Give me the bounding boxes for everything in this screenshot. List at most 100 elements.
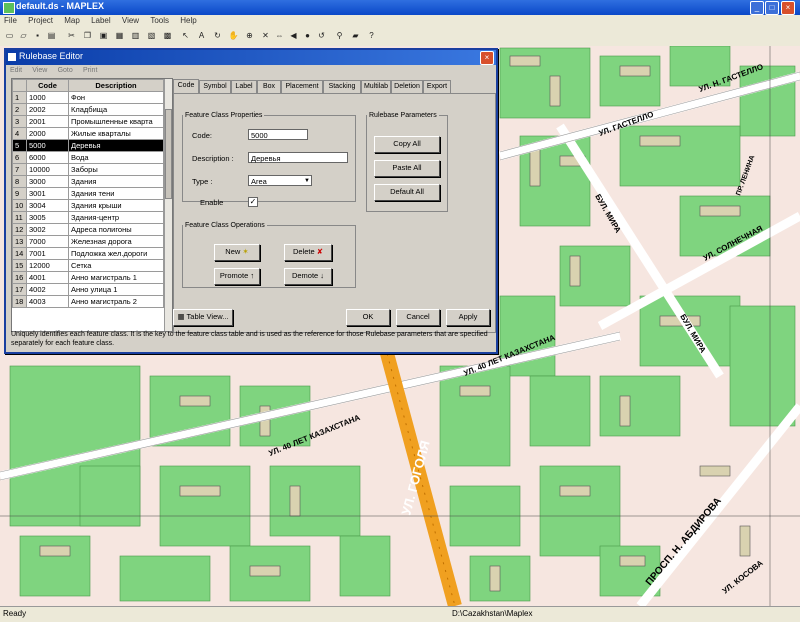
row-description[interactable]: Фон bbox=[68, 91, 164, 104]
zoom-in-icon[interactable]: ⊕ bbox=[244, 30, 255, 41]
row-description[interactable]: Кладбища bbox=[68, 103, 164, 116]
table-row[interactable]: 10 3004 Здания крыши bbox=[12, 199, 164, 212]
pointer-icon[interactable]: ↖ bbox=[180, 30, 191, 41]
feature-class-table[interactable]: Code Description 1 1000 Фон 2 2002 Кладбища 3 2… bbox=[11, 78, 173, 332]
row-code[interactable]: 3002 bbox=[26, 223, 69, 236]
row-index[interactable]: 7 bbox=[12, 163, 27, 176]
open-icon[interactable]: ▱ bbox=[18, 30, 29, 41]
row-code[interactable]: 3000 bbox=[26, 175, 69, 188]
paste-icon[interactable]: ▣ bbox=[98, 30, 109, 41]
refresh-icon[interactable]: ↺ bbox=[316, 30, 327, 41]
row-index[interactable]: 6 bbox=[12, 151, 27, 164]
table-row[interactable]: 5 5000 Деревья bbox=[12, 139, 164, 152]
row-description[interactable]: Здания-центр bbox=[68, 211, 164, 224]
zoom-out-icon[interactable]: ✕ bbox=[260, 30, 271, 41]
help-icon[interactable]: ? bbox=[366, 30, 377, 41]
table-row[interactable]: 14 7001 Подложка жел.дороги bbox=[12, 247, 164, 260]
row-code[interactable]: 12000 bbox=[26, 259, 69, 272]
table-row[interactable]: 6 6000 Вода bbox=[12, 151, 164, 164]
row-description[interactable]: Адреса полигоны bbox=[68, 223, 164, 236]
row-code[interactable]: 3005 bbox=[26, 211, 69, 224]
cut-icon[interactable]: ✂ bbox=[66, 30, 77, 41]
close-button[interactable]: × bbox=[781, 1, 795, 15]
find-icon[interactable]: ⚲ bbox=[334, 30, 345, 41]
row-index[interactable]: 2 bbox=[12, 103, 27, 116]
row-description[interactable]: Вода bbox=[68, 151, 164, 164]
table-row[interactable]: 13 7000 Железная дорога bbox=[12, 235, 164, 248]
demote-button[interactable]: Demote ↓ bbox=[284, 268, 332, 285]
print-icon[interactable]: ▤ bbox=[46, 30, 57, 41]
row-code[interactable]: 1000 bbox=[26, 91, 69, 104]
row-description[interactable]: Подложка жел.дороги bbox=[68, 247, 164, 260]
description-input[interactable]: Деревья bbox=[248, 152, 348, 163]
table-row[interactable]: 8 3000 Здания bbox=[12, 175, 164, 188]
menu-file[interactable]: File bbox=[0, 15, 22, 25]
row-index[interactable]: 10 bbox=[12, 199, 27, 212]
save-icon[interactable]: ▪ bbox=[32, 30, 43, 41]
scroll-thumb[interactable] bbox=[165, 109, 172, 199]
row-description[interactable]: Анно улица 1 bbox=[68, 283, 164, 296]
table-row[interactable]: 4 2000 Жилые кварталы bbox=[12, 127, 164, 140]
row-description[interactable]: Здания bbox=[68, 175, 164, 188]
back-icon[interactable]: ◀ bbox=[288, 30, 299, 41]
row-description[interactable]: Заборы bbox=[68, 163, 164, 176]
row-index[interactable]: 4 bbox=[12, 127, 27, 140]
query-icon[interactable]: ▩ bbox=[162, 30, 173, 41]
row-description[interactable]: Здания тени bbox=[68, 187, 164, 200]
row-description[interactable]: Жилые кварталы bbox=[68, 127, 164, 140]
menu-map[interactable]: Map bbox=[60, 15, 85, 25]
table-row[interactable]: 15 12000 Сетка bbox=[12, 259, 164, 272]
col-header-description[interactable]: Description bbox=[68, 79, 164, 92]
code-input[interactable]: 5000 bbox=[248, 129, 308, 140]
row-code[interactable]: 2000 bbox=[26, 127, 69, 140]
label-icon[interactable]: A bbox=[196, 30, 207, 41]
copy-icon[interactable]: ❐ bbox=[82, 30, 93, 41]
row-index[interactable]: 3 bbox=[12, 115, 27, 128]
row-code[interactable]: 6000 bbox=[26, 151, 69, 164]
new-button[interactable]: New ✶ bbox=[214, 244, 260, 261]
promote-button[interactable]: Promote ↑ bbox=[214, 268, 260, 285]
table-row[interactable]: 12 3002 Адреса полигоны bbox=[12, 223, 164, 236]
table-row[interactable]: 3 2001 Промышленные кварта bbox=[12, 115, 164, 128]
row-index[interactable]: 8 bbox=[12, 175, 27, 188]
menu-help[interactable]: Help bbox=[176, 15, 201, 25]
table-icon[interactable]: ▥ bbox=[130, 30, 141, 41]
dialog-menu-print[interactable]: Print bbox=[79, 67, 101, 74]
row-index[interactable]: 9 bbox=[12, 187, 27, 200]
row-code[interactable]: 5000 bbox=[26, 139, 69, 152]
dialog-menu-goto[interactable]: Goto bbox=[54, 67, 77, 74]
table-row[interactable]: 17 4002 Анно улица 1 bbox=[12, 283, 164, 296]
row-index[interactable]: 18 bbox=[12, 295, 27, 308]
apply-button[interactable]: Apply bbox=[446, 309, 490, 326]
full-extent-icon[interactable]: ⇔ bbox=[274, 30, 285, 41]
maximize-button[interactable]: □ bbox=[765, 1, 779, 15]
row-description[interactable]: Здания крыши bbox=[68, 199, 164, 212]
table-row[interactable]: 16 4001 Анно магистраль 1 bbox=[12, 271, 164, 284]
row-code[interactable]: 3004 bbox=[26, 199, 69, 212]
table-row[interactable]: 11 3005 Здания-центр bbox=[12, 211, 164, 224]
new-icon[interactable]: ▭ bbox=[4, 30, 15, 41]
row-index[interactable]: 5 bbox=[12, 139, 27, 152]
dialog-close-button[interactable]: × bbox=[480, 51, 494, 65]
row-code[interactable]: 2002 bbox=[26, 103, 69, 116]
identify-icon[interactable]: ▰ bbox=[350, 30, 361, 41]
tab-label[interactable]: Label bbox=[231, 80, 257, 94]
menu-label[interactable]: Label bbox=[87, 15, 116, 25]
delete-button[interactable]: Delete ✘ bbox=[284, 244, 332, 261]
ok-button[interactable]: OK bbox=[346, 309, 390, 326]
table-row[interactable]: 1 1000 Фон bbox=[12, 91, 164, 104]
row-code[interactable]: 4001 bbox=[26, 271, 69, 284]
row-code[interactable]: 7001 bbox=[26, 247, 69, 260]
grid-icon[interactable]: ▦ bbox=[114, 30, 125, 41]
rotate-icon[interactable]: ↻ bbox=[212, 30, 223, 41]
row-code[interactable]: 7000 bbox=[26, 235, 69, 248]
paste-all-button[interactable]: Paste All bbox=[374, 160, 440, 177]
cancel-button[interactable]: Cancel bbox=[396, 309, 440, 326]
tab-deletion[interactable]: Deletion bbox=[391, 80, 423, 94]
dialog-menu-edit[interactable]: Edit bbox=[6, 67, 26, 74]
row-index[interactable]: 14 bbox=[12, 247, 27, 260]
row-index[interactable]: 11 bbox=[12, 211, 27, 224]
table-view-button[interactable]: ▦ Table View... bbox=[173, 309, 233, 326]
row-description[interactable]: Железная дорога bbox=[68, 235, 164, 248]
tab-stacking[interactable]: Stacking bbox=[323, 80, 361, 94]
